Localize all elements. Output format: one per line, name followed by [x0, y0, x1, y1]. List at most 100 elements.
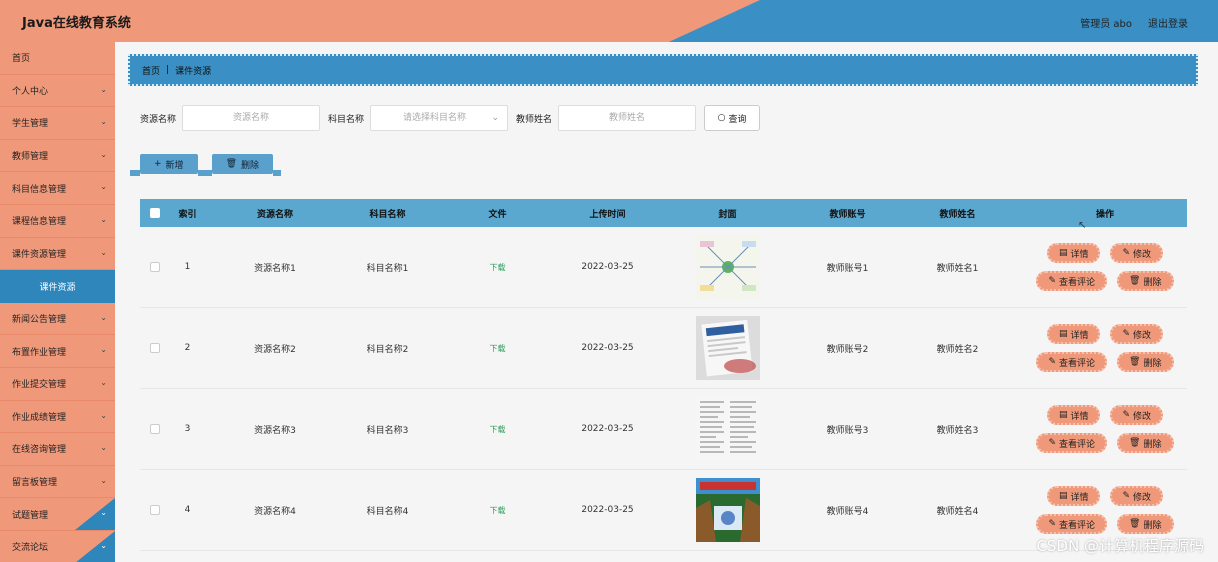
edit-button[interactable]: ✎ 修改: [1110, 324, 1164, 344]
breadcrumb-home[interactable]: 首页: [142, 64, 160, 77]
detail-button[interactable]: ▤ 详情: [1046, 324, 1101, 344]
download-link[interactable]: 下载: [490, 506, 506, 515]
chevron-down-icon: ⌄: [100, 540, 107, 550]
teacher-name-input[interactable]: 教师姓名: [558, 105, 697, 131]
row-teacher-account: 教师账号1: [826, 263, 869, 274]
row-checkbox[interactable]: [150, 424, 160, 434]
row-checkbox[interactable]: [150, 262, 160, 272]
sidebar-item-submit[interactable]: 作业提交管理 ⌄: [0, 367, 115, 401]
delete-button[interactable]: 🗑 删除: [201, 154, 282, 176]
select-all-checkbox[interactable]: [150, 208, 160, 218]
header-upload-time: 上传时间: [589, 209, 626, 220]
detail-button[interactable]: ▤ 详情: [1046, 405, 1101, 425]
pencil-icon: ✎: [1122, 491, 1131, 501]
document-icon: ▤: [1058, 410, 1068, 420]
download-link[interactable]: 下载: [490, 344, 506, 353]
row-upload-time: 2022-03-25: [581, 424, 634, 434]
trash-icon: 🗑: [225, 159, 237, 169]
sidebar-item-courseware-resource[interactable]: 课件资源: [0, 270, 115, 303]
row-subject-name: 科目名称3: [366, 425, 409, 436]
sidebar-item-courses[interactable]: 课程信息管理 ⌄: [0, 204, 115, 238]
row-index: 3: [184, 424, 191, 434]
row-teacher-name: 教师姓名3: [936, 425, 979, 436]
edit-button[interactable]: ✎ 修改: [1110, 486, 1164, 506]
pencil-icon: ✎: [1048, 519, 1057, 529]
sidebar-item-grades[interactable]: 作业成绩管理 ⌄: [0, 400, 115, 434]
breadcrumb-separator: |: [166, 65, 170, 75]
trash-icon: 🗑: [1129, 519, 1141, 529]
query-button[interactable]: ○ 查询: [704, 105, 761, 131]
table-row: 2 资源名称2 科目名称2 下载 2022-03-25 教师账号2 教师姓名2: [140, 308, 1187, 389]
view-comments-button[interactable]: ✎ 查看评论: [1036, 433, 1108, 453]
app-title: Java在线教育系统: [22, 16, 131, 31]
sidebar-item-home[interactable]: 首页: [0, 42, 115, 75]
row-subject-name: 科目名称1: [366, 263, 409, 274]
sidebar: 首页 个人中心 ⌄ 学生管理 ⌄ 教师管理 ⌄ 科目信息管理 ⌄ 课程信息管理 ⌄ 课件资…: [0, 42, 115, 562]
table-row: 4 资源名称4 科目名称4 下载 2022-03-25 教师账号4 教师姓名4: [140, 470, 1187, 551]
row-index: 1: [184, 262, 191, 272]
row-delete-button[interactable]: 🗑 删除: [1117, 514, 1174, 534]
row-checkbox[interactable]: [150, 343, 160, 353]
detail-button[interactable]: ▤ 详情: [1046, 486, 1101, 506]
edit-button[interactable]: ✎ 修改: [1110, 405, 1164, 425]
subject-name-label: 科目名称: [328, 114, 365, 125]
row-subject-name: 科目名称2: [366, 344, 409, 355]
resource-name-input[interactable]: 资源名称: [182, 105, 321, 131]
chevron-down-icon: ⌄: [100, 345, 107, 355]
sidebar-item-forum[interactable]: 交流论坛 ⌄: [0, 530, 115, 562]
row-teacher-name: 教师姓名1: [936, 263, 979, 274]
document-icon: ▤: [1058, 491, 1068, 501]
resource-table: 索引 资源名称 科目名称 文件 上传时间 封面 教师账号 教师姓名 操作 1 资…: [140, 199, 1187, 551]
view-comments-button[interactable]: ✎ 查看评论: [1036, 271, 1108, 291]
row-subject-name: 科目名称4: [366, 506, 409, 517]
detail-button[interactable]: ▤ 详情: [1046, 243, 1101, 263]
row-resource-name: 资源名称1: [254, 263, 296, 274]
chevron-down-icon: ⌄: [100, 214, 107, 224]
chevron-down-icon: ⌄: [100, 84, 107, 94]
sidebar-item-profile[interactable]: 个人中心 ⌄: [0, 74, 115, 108]
breadcrumb-current: 课件资源: [175, 66, 212, 77]
table-header: 索引 资源名称 科目名称 文件 上传时间 封面 教师账号 教师姓名 操作: [140, 199, 1187, 227]
row-upload-time: 2022-03-25: [581, 505, 634, 515]
search-icon: ○: [717, 113, 726, 123]
sidebar-item-assign[interactable]: 布置作业管理 ⌄: [0, 335, 115, 368]
chevron-down-icon: ⌄: [491, 113, 500, 123]
pencil-icon: ✎: [1048, 438, 1057, 448]
row-teacher-name: 教师姓名4: [936, 506, 979, 517]
add-button[interactable]: + 新增: [130, 154, 206, 176]
sidebar-item-news[interactable]: 新闻公告管理 ⌄: [0, 302, 115, 336]
download-link[interactable]: 下载: [490, 263, 506, 272]
row-delete-button[interactable]: 🗑 删除: [1117, 433, 1174, 453]
view-comments-button[interactable]: ✎ 查看评论: [1036, 352, 1108, 372]
sidebar-item-students[interactable]: 学生管理 ⌄: [0, 107, 115, 140]
header-teacher-name: 教师姓名: [939, 209, 976, 220]
row-teacher-account: 教师账号2: [826, 344, 869, 355]
teacher-name-label: 教师姓名: [516, 114, 553, 125]
sidebar-item-messages[interactable]: 留言板管理 ⌄: [0, 465, 115, 499]
subject-name-select[interactable]: 请选择科目名称 ⌄: [370, 105, 509, 131]
trash-icon: 🗑: [1129, 357, 1141, 367]
edit-button[interactable]: ✎ 修改: [1110, 243, 1164, 263]
row-teacher-name: 教师姓名2: [936, 344, 979, 355]
chevron-down-icon: ⌄: [100, 247, 107, 257]
chevron-down-icon: ⌄: [100, 117, 107, 127]
table-row: 3 资源名称3 科目名称3 下载 2022-03-25 教师账号3 教师姓名3 …: [140, 389, 1187, 470]
sidebar-item-consult[interactable]: 在线咨询管理 ⌄: [0, 433, 115, 466]
cover-image: [695, 478, 760, 542]
row-resource-name: 资源名称2: [254, 344, 296, 355]
logout-link[interactable]: 退出登录: [1148, 15, 1188, 30]
sidebar-item-subjects[interactable]: 科目信息管理 ⌄: [0, 172, 115, 205]
sidebar-item-questions[interactable]: 试题管理 ⌄: [0, 498, 115, 531]
breadcrumb: 首页 | 课件资源: [128, 54, 1198, 86]
row-index: 4: [184, 505, 191, 515]
row-checkbox[interactable]: [150, 505, 160, 515]
view-comments-button[interactable]: ✎ 查看评论: [1036, 514, 1108, 534]
header-cover: 封面: [718, 209, 737, 220]
download-link[interactable]: 下载: [490, 425, 506, 434]
row-delete-button[interactable]: 🗑 删除: [1117, 271, 1174, 291]
row-delete-button[interactable]: 🗑 删除: [1117, 352, 1174, 372]
row-resource-name: 资源名称3: [254, 425, 296, 436]
pencil-icon: ✎: [1122, 329, 1131, 339]
sidebar-item-courseware[interactable]: 课件资源管理 ⌄: [0, 237, 115, 271]
sidebar-item-teachers[interactable]: 教师管理 ⌄: [0, 139, 115, 173]
